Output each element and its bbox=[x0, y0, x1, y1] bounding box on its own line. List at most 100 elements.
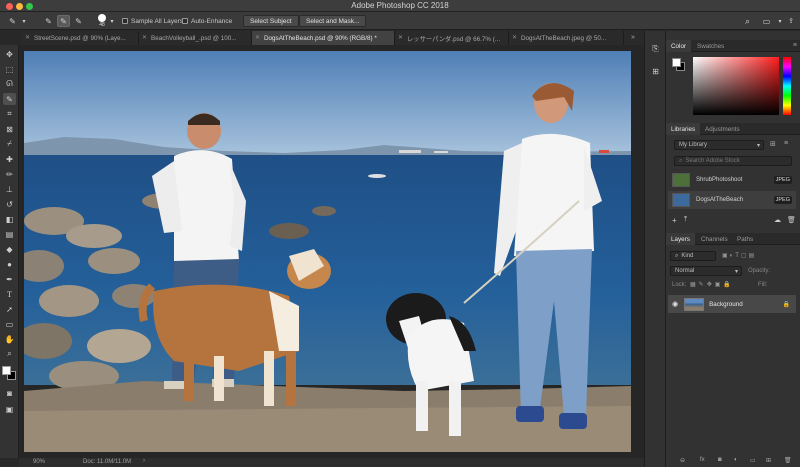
pen-tool-icon[interactable]: ✒ bbox=[3, 273, 16, 285]
properties-panel-icon[interactable]: ⊞ bbox=[649, 65, 662, 77]
new-layer-icon[interactable]: ⊞ bbox=[766, 457, 771, 464]
gradient-tool-icon[interactable]: ▤ bbox=[3, 228, 16, 240]
zoom-tool-icon[interactable]: ⌕ bbox=[3, 348, 16, 360]
tab-red-panda[interactable]: ✕ レッサーパンダ.psd @ 66.7% (... bbox=[395, 31, 509, 45]
checkbox-box bbox=[122, 18, 128, 24]
select-subject-button[interactable]: Select Subject bbox=[243, 15, 299, 27]
auto-enhance-checkbox[interactable]: Auto-Enhance bbox=[182, 15, 232, 27]
add-content-icon[interactable]: + bbox=[672, 216, 677, 225]
tab-dogsatthebeach-jpeg[interactable]: ✕ DogsAtTheBeach.jpeg @ 50... bbox=[509, 31, 624, 45]
blur-tool-icon[interactable]: ◆ bbox=[3, 243, 16, 255]
status-arrow-icon[interactable]: › bbox=[143, 458, 145, 464]
library-thumbnail bbox=[672, 173, 690, 187]
brush-size-value: 48 bbox=[99, 22, 105, 28]
healing-brush-tool-icon[interactable]: ✚ bbox=[3, 153, 16, 165]
add-to-selection-icon[interactable]: ✎ bbox=[57, 15, 70, 27]
group-icon[interactable]: ▭ bbox=[750, 457, 756, 464]
color-field[interactable] bbox=[693, 57, 779, 115]
close-tab-icon[interactable]: ✕ bbox=[398, 34, 403, 41]
quick-selection-tool-icon[interactable]: ✎ bbox=[3, 93, 16, 105]
filter-icons[interactable]: ▣◐T▢▤ bbox=[722, 252, 756, 259]
tab-dogsatthebeach-psd[interactable]: ✕ DogsAtTheBeach.psd @ 90% (RGB/8) * bbox=[252, 31, 395, 45]
hand-tool-icon[interactable]: ✋ bbox=[3, 333, 16, 345]
select-and-mask-button[interactable]: Select and Mask... bbox=[299, 15, 367, 27]
share-icon[interactable]: ⇪ bbox=[786, 15, 796, 27]
tab-libraries[interactable]: Libraries bbox=[666, 123, 701, 135]
upload-icon[interactable]: ⤒ bbox=[684, 216, 687, 224]
brush-preview[interactable]: 48 bbox=[96, 14, 108, 28]
crop-tool-icon[interactable]: ⌗ bbox=[3, 108, 16, 120]
brush-dropdown-chevron-icon[interactable]: ▾ bbox=[108, 15, 116, 27]
lock-icons[interactable]: ▦✎✥▣🔒 bbox=[690, 281, 734, 288]
tab-label: DogsAtTheBeach.psd @ 90% (RGB/8) * bbox=[264, 34, 377, 42]
cloud-icon[interactable]: ☁ bbox=[774, 216, 781, 224]
grid-view-icon[interactable]: ⊞ bbox=[770, 140, 776, 148]
type-tool-icon[interactable]: T bbox=[3, 288, 16, 300]
tab-color[interactable]: Color bbox=[666, 40, 692, 52]
library-item[interactable]: DogsAtTheBeach JPEG bbox=[668, 191, 796, 209]
rectangle-tool-icon[interactable]: ▭ bbox=[3, 318, 16, 330]
tab-channels[interactable]: Channels bbox=[696, 233, 733, 245]
move-tool-icon[interactable]: ✥ bbox=[3, 48, 16, 60]
library-dropdown[interactable]: My Library ▾ bbox=[674, 140, 764, 150]
blend-mode-dropdown[interactable]: Normal ▾ bbox=[670, 266, 742, 276]
adjustment-layer-icon[interactable]: ◐ bbox=[734, 457, 738, 463]
workspace-icon[interactable]: ▭ bbox=[760, 15, 773, 27]
library-item[interactable]: ShrubPhotoshoot JPEG bbox=[668, 171, 796, 189]
tab-paths[interactable]: Paths bbox=[732, 233, 758, 245]
layer-row-background[interactable]: ◉ Background 🔒 bbox=[668, 295, 796, 313]
fg-bg-swatches[interactable] bbox=[672, 58, 686, 72]
close-tab-icon[interactable]: ✕ bbox=[142, 34, 147, 41]
clone-stamp-tool-icon[interactable]: ⊥ bbox=[3, 183, 16, 195]
tab-streetscene[interactable]: ✕ StreetScene.psd @ 90% (Laye... bbox=[22, 31, 139, 45]
delete-layer-icon[interactable]: 🗑 bbox=[784, 457, 792, 464]
fx-icon[interactable]: fx bbox=[700, 457, 705, 463]
add-mask-icon[interactable]: ◙ bbox=[718, 457, 722, 463]
zoom-level[interactable]: 90% bbox=[33, 459, 45, 465]
close-tab-icon[interactable]: ✕ bbox=[512, 34, 517, 41]
foreground-swatch[interactable] bbox=[672, 58, 681, 67]
foreground-color-swatch[interactable] bbox=[2, 366, 11, 375]
canvas-area[interactable] bbox=[19, 45, 644, 458]
document-size: Doc: 11.0M/11.0M bbox=[83, 459, 132, 465]
new-selection-icon[interactable]: ✎ bbox=[42, 15, 55, 27]
sample-all-layers-checkbox[interactable]: Sample All Layers bbox=[122, 15, 183, 27]
subtract-from-selection-icon[interactable]: ✎ bbox=[72, 15, 85, 27]
quick-selection-tool-icon[interactable]: ✎ bbox=[6, 15, 19, 27]
history-panel-icon[interactable]: ⎘ bbox=[649, 43, 662, 55]
color-panel-tabs: Color Swatches ≡ bbox=[666, 40, 800, 52]
frame-tool-icon[interactable]: ⊠ bbox=[3, 123, 16, 135]
workspace-chevron-icon[interactable]: ▾ bbox=[776, 15, 784, 27]
search-icon[interactable]: ⌕ bbox=[741, 15, 754, 27]
eraser-tool-icon[interactable]: ◧ bbox=[3, 213, 16, 225]
eyedropper-tool-icon[interactable]: ⌿ bbox=[3, 138, 16, 150]
quick-mask-icon[interactable]: ◙ bbox=[3, 387, 16, 399]
close-tab-icon[interactable]: ✕ bbox=[25, 34, 30, 41]
lasso-tool-icon[interactable]: ᘏ bbox=[3, 78, 16, 90]
tab-adjustments[interactable]: Adjustments bbox=[700, 123, 745, 135]
link-layers-icon[interactable]: ⊖ bbox=[680, 457, 685, 464]
list-view-icon[interactable]: ≡ bbox=[784, 140, 788, 147]
path-selection-tool-icon[interactable]: ➚ bbox=[3, 303, 16, 315]
tab-layers[interactable]: Layers bbox=[666, 233, 695, 245]
screen-mode-icon[interactable]: ▣ bbox=[3, 403, 16, 415]
sample-all-layers-label: Sample All Layers bbox=[131, 17, 184, 25]
layers-footer: ⊖ fx ◙ ◐ ▭ ⊞ 🗑 bbox=[666, 457, 800, 467]
tab-label: レッサーパンダ.psd @ 66.7% (... bbox=[407, 35, 501, 43]
tab-beachvolleyball[interactable]: ✕ BeachVolleyball_.psd @ 100... bbox=[139, 31, 252, 45]
close-tab-icon[interactable]: ✕ bbox=[255, 34, 260, 41]
marquee-tool-icon[interactable]: ⬚ bbox=[3, 63, 16, 75]
tab-overflow-icon[interactable]: » bbox=[631, 34, 635, 41]
stock-search-input[interactable]: ⌕ Search Adobe Stock bbox=[674, 156, 792, 166]
panel-menu-icon[interactable]: ≡ bbox=[793, 42, 797, 49]
tool-preset-chevron-icon[interactable]: ▾ bbox=[20, 15, 28, 27]
document-canvas[interactable] bbox=[24, 51, 631, 452]
visibility-eye-icon[interactable]: ◉ bbox=[672, 300, 678, 308]
tab-swatches[interactable]: Swatches bbox=[692, 40, 729, 52]
history-brush-tool-icon[interactable]: ↺ bbox=[3, 198, 16, 210]
brush-tool-icon[interactable]: ✏ bbox=[3, 168, 16, 180]
hue-slider[interactable] bbox=[783, 57, 791, 115]
layer-filter-dropdown[interactable]: ⌕ Kind bbox=[670, 251, 716, 261]
trash-icon[interactable]: 🗑 bbox=[787, 216, 796, 224]
dodge-tool-icon[interactable]: ● bbox=[3, 258, 16, 270]
